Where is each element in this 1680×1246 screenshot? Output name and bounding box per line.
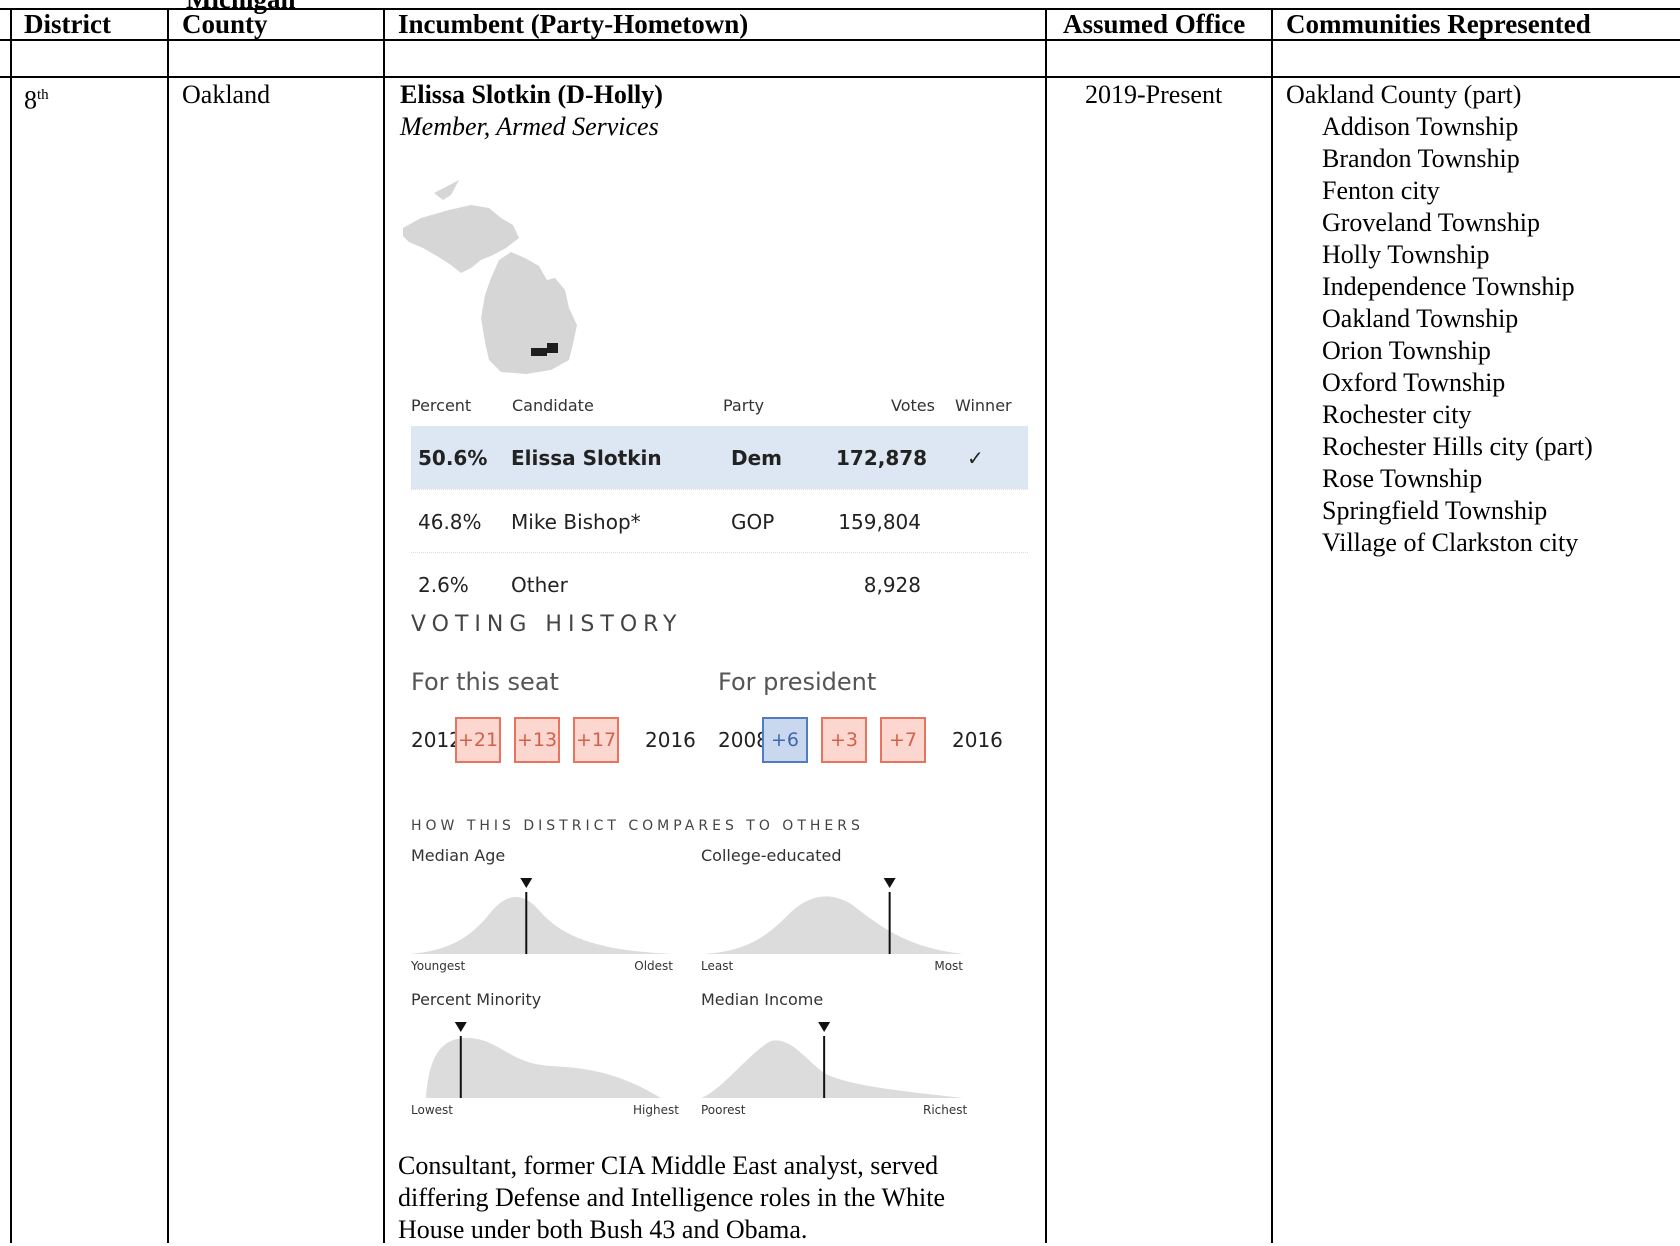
- community-item: Independence Township: [1322, 272, 1575, 301]
- community-item: Village of Clarkston city: [1322, 528, 1579, 557]
- president-end-year: 2016: [952, 728, 1003, 752]
- result-row: 46.8% Mike Bishop* GOP 159,804: [411, 489, 1028, 553]
- community-item: Rochester Hills city (part): [1322, 432, 1593, 461]
- president-margin-box: +6: [762, 717, 808, 763]
- community-item: Groveland Township: [1322, 208, 1540, 237]
- result-party: Dem: [731, 446, 783, 470]
- result-party: GOP: [731, 510, 775, 534]
- community-item: Holly Township: [1322, 240, 1490, 269]
- result-percent: 50.6%: [418, 446, 488, 470]
- community-item: Oakland County (part): [1286, 80, 1522, 109]
- marker-triangle-icon: [454, 1022, 467, 1032]
- result-percent: 46.8%: [418, 510, 482, 534]
- scale-high-label: Richest: [923, 1103, 968, 1117]
- distribution-curve: [701, 896, 963, 954]
- community-item: Orion Township: [1322, 336, 1491, 365]
- compare-chart-label: Median Age: [411, 846, 506, 865]
- scale-high-label: Highest: [633, 1103, 679, 1117]
- distribution-curve: [701, 1040, 963, 1098]
- scale-low-label: Poorest: [701, 1103, 746, 1117]
- header-district: District: [24, 9, 111, 39]
- col-votes-header: Votes: [891, 396, 935, 415]
- column-divider: [10, 10, 12, 1243]
- column-divider: [167, 10, 169, 1243]
- compare-title: HOW THIS DISTRICT COMPARES TO OTHERS: [411, 818, 864, 834]
- scale-high-label: Oldest: [634, 959, 673, 973]
- bio-line: House under both Bush 43 and Obama.: [398, 1215, 808, 1244]
- result-candidate: Elissa Slotkin: [511, 446, 662, 470]
- result-candidate: Mike Bishop*: [511, 510, 641, 534]
- community-item: Rochester city: [1322, 400, 1472, 429]
- compare-chart-label: Percent Minority: [411, 990, 542, 1009]
- column-divider: [383, 10, 385, 1243]
- community-item: Addison Township: [1322, 112, 1519, 141]
- michigan-map-icon: [403, 180, 577, 374]
- scale-low-label: Least: [701, 959, 734, 973]
- election-graphic: Percent Candidate Party Votes Winner 50.…: [401, 160, 1041, 1125]
- incumbent-bio: Consultant, former CIA Middle East analy…: [398, 1150, 945, 1246]
- distribution-chart: [701, 1022, 963, 1098]
- col-party-header: Party: [723, 396, 765, 415]
- distribution-chart: [701, 878, 963, 954]
- rule: [0, 76, 1680, 78]
- marker-triangle-icon: [818, 1022, 831, 1032]
- seat-end-year: 2016: [645, 728, 696, 752]
- seat-margin-box: +21: [455, 717, 501, 763]
- district-table: Michigan District County Incumbent (Part…: [0, 0, 1680, 1246]
- voting-history-title: VOTING HISTORY: [411, 612, 683, 637]
- community-item: Oxford Township: [1322, 368, 1506, 397]
- scale-low-label: Lowest: [411, 1103, 453, 1117]
- scale-low-label: Youngest: [411, 959, 466, 973]
- community-item: Brandon Township: [1322, 144, 1520, 173]
- col-percent-header: Percent: [411, 396, 472, 415]
- header-assumed-office: Assumed Office: [1063, 9, 1246, 39]
- community-item: Fenton city: [1322, 176, 1440, 205]
- result-percent: 2.6%: [418, 573, 469, 597]
- bio-line: Consultant, former CIA Middle East analy…: [398, 1151, 939, 1180]
- column-divider: [1045, 10, 1047, 1243]
- result-row: 2.6% Other 8,928: [411, 552, 1028, 616]
- distribution-chart: [426, 1022, 661, 1098]
- compare-chart-label: College-educated: [701, 846, 842, 865]
- result-candidate: Other: [511, 573, 568, 597]
- president-margin-box: +7: [880, 717, 926, 763]
- seat-history-label: For this seat: [411, 668, 559, 696]
- result-row: 50.6% Elissa Slotkin Dem 172,878 ✓: [411, 426, 1028, 489]
- distribution-curve: [411, 896, 673, 954]
- assumed-office-value: 2019-Present: [1085, 80, 1223, 109]
- communities-list: Oakland County (part) Addison Township Bra…: [1286, 79, 1593, 559]
- col-candidate-header: Candidate: [512, 396, 594, 415]
- seat-margin-box: +17: [573, 717, 619, 763]
- header-county: County: [182, 9, 268, 39]
- bio-line: differing Defense and Intelligence roles…: [398, 1183, 946, 1212]
- distribution-chart: [411, 878, 673, 954]
- county-name: Oakland: [182, 80, 271, 109]
- community-item: Springfield Township: [1322, 496, 1548, 525]
- seat-margin-box: +13: [514, 717, 560, 763]
- result-votes: 8,928: [863, 573, 921, 597]
- district-number: 8th: [24, 85, 49, 115]
- col-winner-header: Winner: [955, 396, 1012, 415]
- result-votes: 172,878: [836, 446, 928, 470]
- community-item: Rose Township: [1322, 464, 1483, 493]
- community-item: Oakland Township: [1322, 304, 1519, 333]
- rule: [0, 39, 1680, 41]
- header-incumbent: Incumbent (Party-Hometown): [398, 9, 749, 39]
- incumbent-name: Elissa Slotkin (D-Holly): [400, 80, 663, 109]
- scale-high-label: Most: [934, 959, 963, 973]
- column-divider: [1271, 10, 1273, 1243]
- marker-triangle-icon: [520, 878, 533, 888]
- header-communities: Communities Represented: [1286, 9, 1591, 39]
- result-winner: ✓: [967, 446, 984, 470]
- committee-role: Member, Armed Services: [400, 112, 659, 141]
- result-votes: 159,804: [838, 510, 921, 534]
- marker-triangle-icon: [883, 878, 896, 888]
- president-margin-box: +3: [821, 717, 867, 763]
- compare-chart-label: Median Income: [701, 990, 824, 1009]
- president-history-label: For president: [718, 668, 877, 696]
